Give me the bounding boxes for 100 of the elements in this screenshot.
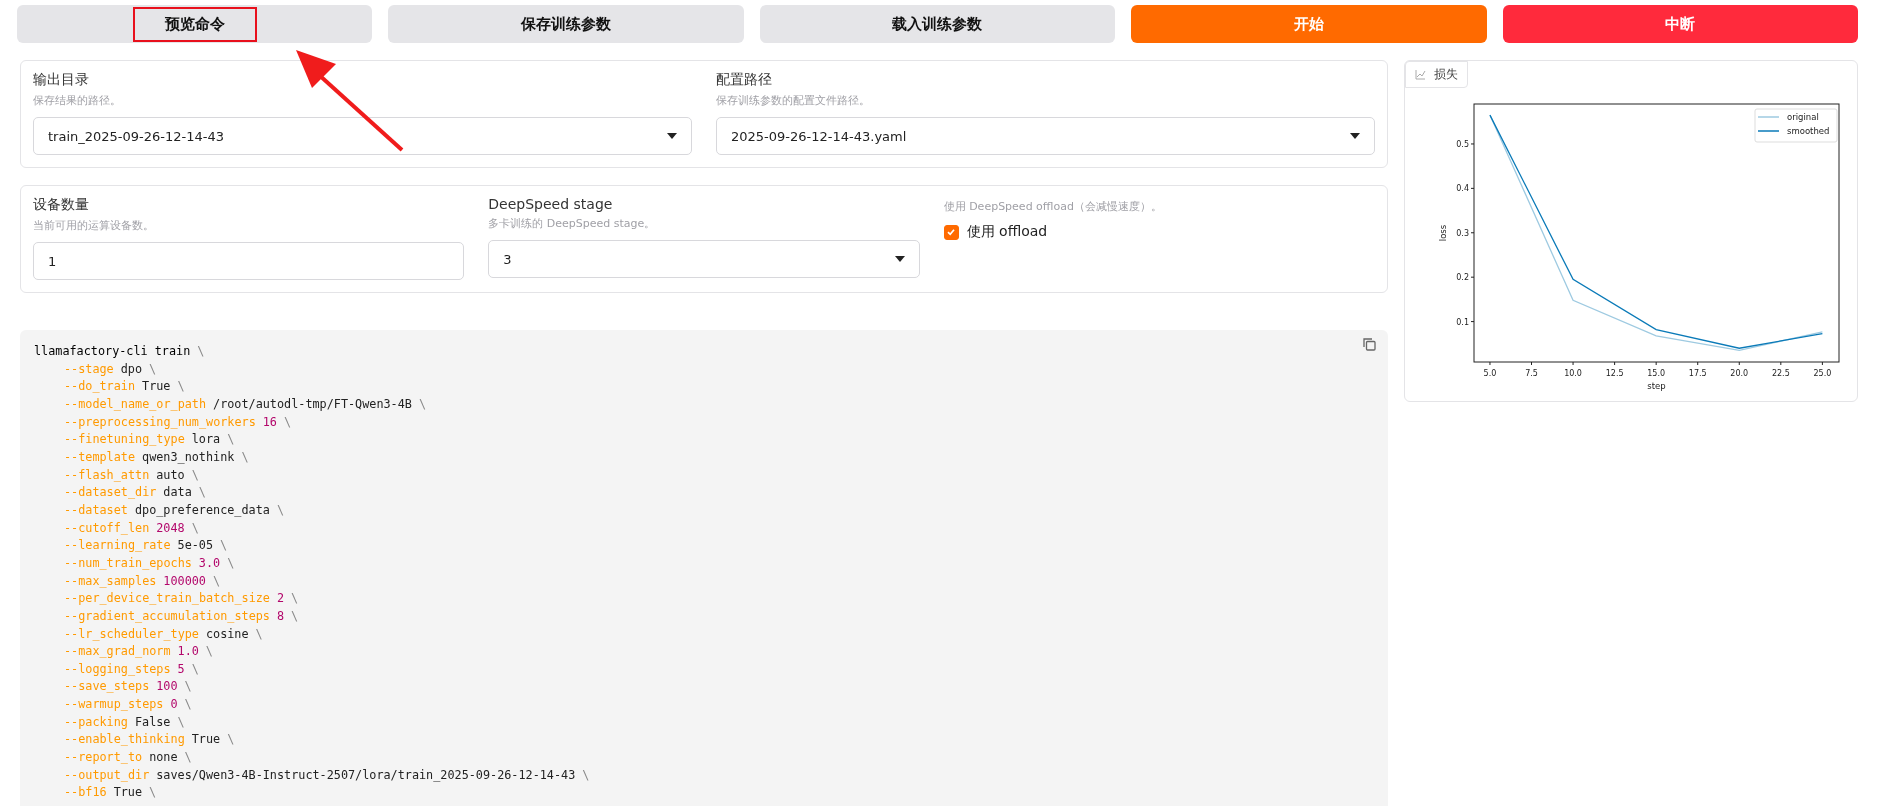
x-tick-label: 15.0 xyxy=(1647,369,1666,378)
code-text: \ xyxy=(418,395,427,413)
x-tick-label: 10.0 xyxy=(1564,369,1582,378)
option-name: --template xyxy=(64,448,136,466)
option-value: False xyxy=(134,713,171,731)
option-name: --packing xyxy=(64,713,128,731)
y-tick-label: 0.1 xyxy=(1456,317,1469,327)
code-text: \ xyxy=(220,537,228,555)
option-name: --per_device_train_batch_size xyxy=(64,590,270,608)
code-text: \ xyxy=(241,448,249,466)
code-text: \ xyxy=(198,484,206,502)
option-value: cosine xyxy=(205,625,249,643)
y-axis-label: loss xyxy=(1438,224,1448,242)
option-value: dpo xyxy=(120,360,143,378)
option-value: 1.0 xyxy=(177,643,199,661)
dropdown-field[interactable]: 3 xyxy=(488,240,920,278)
action-button[interactable]: 保存训练参数 xyxy=(388,5,744,43)
option-value: dpo_preference_data xyxy=(134,501,270,519)
field-hint: 保存训练参数的配置文件路径。 xyxy=(716,93,871,108)
option-value: 16 xyxy=(262,413,277,431)
y-tick: 0.4 xyxy=(1456,184,1475,194)
option-name: --max_samples xyxy=(64,572,157,590)
code-text: \ xyxy=(177,713,185,731)
code-text: \ xyxy=(291,590,299,608)
option-value: True xyxy=(191,731,221,749)
option-name: --output_dir xyxy=(64,766,150,784)
option-name: --preprocessing_num_workers xyxy=(64,413,256,431)
code-text: \ xyxy=(255,625,263,643)
action-button[interactable]: 中断 xyxy=(1502,5,1858,43)
option-name: --warmup_steps xyxy=(64,696,164,714)
field-label: 输出目录 xyxy=(33,71,90,89)
x-tick: 15.0 xyxy=(1647,361,1666,378)
option-name: --model_name_or_path xyxy=(64,395,207,413)
option-name: --cutoff_len xyxy=(64,519,150,537)
field-label: DeepSpeed stage xyxy=(488,196,614,212)
code-text: \ xyxy=(227,731,235,749)
y-tick-label: 0.2 xyxy=(1456,273,1469,283)
code-text: \ xyxy=(197,343,205,360)
code-text: \ xyxy=(582,766,590,784)
option-name: --stage xyxy=(64,360,114,378)
x-tick: 22.5 xyxy=(1771,361,1790,378)
code-text: \ xyxy=(177,378,185,396)
option-value: data xyxy=(163,484,192,502)
option-value: 100000 xyxy=(163,572,206,590)
option-name: --dataset xyxy=(64,501,128,519)
option-value: 3.0 xyxy=(198,554,221,572)
code-text: \ xyxy=(184,678,192,696)
field-hint: 保存结果的路径。 xyxy=(33,93,122,108)
code-text: \ xyxy=(184,749,192,767)
x-tick-label: 17.5 xyxy=(1688,369,1707,378)
caret-icon xyxy=(1350,133,1360,139)
x-tick: 20.0 xyxy=(1730,361,1749,378)
option-name: --learning_rate xyxy=(64,537,171,555)
option-name: --logging_steps xyxy=(64,660,171,678)
x-tick-label: 22.5 xyxy=(1771,369,1790,378)
action-button[interactable]: 载入训练参数 xyxy=(759,5,1116,43)
code-text: \ xyxy=(191,519,199,537)
option-name: --flash_attn xyxy=(64,466,150,484)
code-text: \ xyxy=(191,660,199,678)
option-name: --lr_scheduler_type xyxy=(64,625,199,643)
input-field[interactable]: 1 xyxy=(33,242,465,280)
option-value: 2 xyxy=(276,590,285,608)
checkbox-label[interactable]: 使用 offload xyxy=(966,223,1048,241)
option-name: --enable_thinking xyxy=(64,731,185,749)
y-tick: 0.3 xyxy=(1456,228,1475,238)
y-tick-label: 0.5 xyxy=(1456,139,1469,149)
code-text: \ xyxy=(284,413,292,431)
y-tick-label: 0.4 xyxy=(1456,184,1469,194)
x-tick: 5.0 xyxy=(1483,361,1497,378)
x-tick-label: 12.5 xyxy=(1605,369,1624,378)
dropdown-field[interactable]: 2025-09-26-12-14-43.yaml xyxy=(716,117,1375,155)
legend-label: original xyxy=(1787,112,1819,122)
field-hint: 当前可用的运算设备数。 xyxy=(33,218,155,233)
field-label: 设备数量 xyxy=(33,196,90,214)
x-tick: 25.0 xyxy=(1813,361,1832,378)
option-name: --bf16 xyxy=(64,784,107,802)
option-name: --num_train_epochs xyxy=(64,554,192,572)
field-label: 配置路径 xyxy=(716,71,773,89)
dropdown-field[interactable]: train_2025-09-26-12-14-43 xyxy=(33,117,692,155)
action-button[interactable]: 预览命令 xyxy=(17,5,373,43)
y-tick: 0.1 xyxy=(1456,317,1475,327)
code-text: \ xyxy=(276,501,284,519)
code-text: \ xyxy=(227,431,235,449)
option-name: --gradient_accumulation_steps xyxy=(64,607,270,625)
check-icon xyxy=(946,227,957,237)
field-hint: 多卡训练的 DeepSpeed stage。 xyxy=(488,216,657,231)
option-name: --max_grad_norm xyxy=(64,643,171,661)
option-value: True xyxy=(142,378,171,396)
x-tick-label: 5.0 xyxy=(1483,369,1497,378)
code-text: llamafactory-cli train xyxy=(34,343,191,360)
y-tick: 0.5 xyxy=(1456,139,1475,149)
option-name: --dataset_dir xyxy=(64,484,157,502)
y-tick: 0.2 xyxy=(1456,273,1475,283)
x-tick-label: 25.0 xyxy=(1813,369,1832,378)
checkbox[interactable] xyxy=(943,224,959,240)
x-tick: 17.5 xyxy=(1688,361,1707,378)
legend-label: smoothed xyxy=(1787,126,1830,136)
option-name: --report_to xyxy=(64,749,143,767)
option-value: qwen3_nothink xyxy=(142,448,235,466)
copy-icon[interactable] xyxy=(1363,338,1376,351)
